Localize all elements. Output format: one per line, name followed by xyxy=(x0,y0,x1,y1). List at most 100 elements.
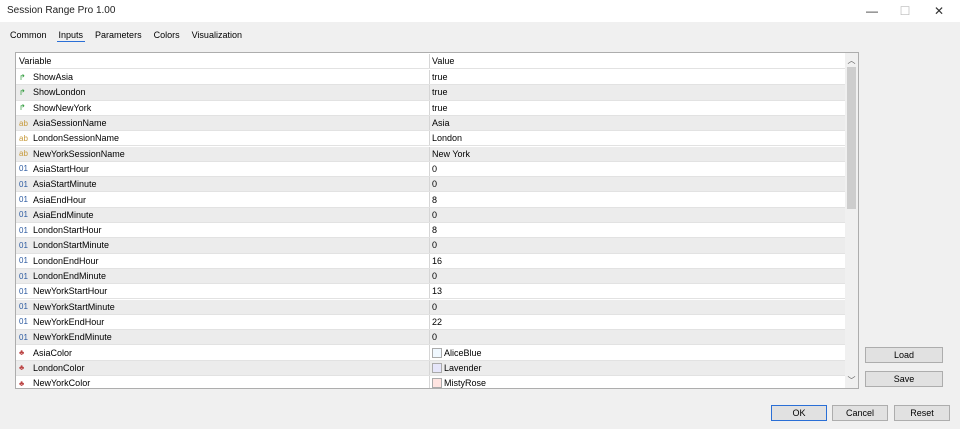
value-cell[interactable]: Lavender xyxy=(430,362,482,373)
value-cell[interactable]: 0 xyxy=(430,240,437,250)
scroll-down-icon[interactable]: ﹀ xyxy=(845,375,858,386)
table-row[interactable]: 01 AsiaStartMinute 0 xyxy=(16,177,846,193)
table-row[interactable]: ♣ AsiaColor AliceBlue xyxy=(16,345,846,361)
int-type-icon: 01 xyxy=(19,332,28,342)
value-cell[interactable]: 22 xyxy=(430,317,442,327)
variable-value[interactable]: true xyxy=(432,103,448,113)
variable-value[interactable]: 0 xyxy=(432,302,437,312)
table-row[interactable]: 01 LondonEndMinute 0 xyxy=(16,268,846,285)
tab-inputs[interactable]: Inputs xyxy=(56,29,86,42)
table-row[interactable]: 01 AsiaStartHour 0 xyxy=(16,161,846,178)
table-row[interactable]: ab LondonSessionName London xyxy=(16,131,846,147)
variable-value[interactable]: 0 xyxy=(432,179,437,189)
variable-value[interactable]: 0 xyxy=(432,164,437,174)
load-button[interactable]: Load xyxy=(865,347,943,363)
value-cell[interactable]: 8 xyxy=(430,225,437,235)
table-row[interactable]: 01 LondonEndHour 16 xyxy=(16,253,846,269)
tab-colors[interactable]: Colors xyxy=(152,29,182,42)
value-cell[interactable]: New York xyxy=(430,149,470,159)
value-cell[interactable]: true xyxy=(430,103,448,113)
value-cell[interactable]: 0 xyxy=(430,271,437,281)
variable-value[interactable]: 8 xyxy=(432,195,437,205)
str-type-icon: ab xyxy=(19,133,28,143)
variable-name: AsiaSessionName xyxy=(33,118,107,129)
int-type-icon: 01 xyxy=(19,164,28,174)
save-button[interactable]: Save xyxy=(865,371,943,387)
value-cell[interactable]: 8 xyxy=(430,195,437,205)
table-row[interactable]: 01 NewYorkEndHour 22 xyxy=(16,314,846,331)
variable-cell: 01 LondonStartMinute xyxy=(16,238,430,253)
table-row[interactable]: 01 LondonStartHour 8 xyxy=(16,223,846,239)
value-cell[interactable]: 0 xyxy=(430,302,437,312)
title-bar: Session Range Pro 1.00 — ☐ ✕ xyxy=(0,0,960,22)
header-variable[interactable]: Variable xyxy=(16,54,430,69)
table-row[interactable]: 01 NewYorkStartHour 13 xyxy=(16,284,846,300)
value-cell[interactable]: AliceBlue xyxy=(430,347,482,358)
table-row[interactable]: ab NewYorkSessionName New York xyxy=(16,146,846,162)
scrollbar-thumb[interactable] xyxy=(847,67,856,209)
variable-cell: ab NewYorkSessionName xyxy=(16,146,430,161)
value-cell[interactable]: 0 xyxy=(430,179,437,189)
variable-value[interactable]: Asia xyxy=(432,118,450,128)
value-cell[interactable]: 0 xyxy=(430,210,437,220)
variable-value[interactable]: AliceBlue xyxy=(444,348,482,358)
table-row[interactable]: 01 AsiaEndMinute 0 xyxy=(16,207,846,223)
close-icon[interactable]: ✕ xyxy=(922,2,956,20)
minimize-icon[interactable]: — xyxy=(855,2,889,20)
variable-value[interactable]: 13 xyxy=(432,286,442,296)
ok-button[interactable]: OK xyxy=(771,405,827,421)
variable-value[interactable]: Lavender xyxy=(444,363,482,373)
int-type-icon: 01 xyxy=(19,240,28,250)
variable-value[interactable]: 16 xyxy=(432,256,442,266)
table-row[interactable]: 01 NewYorkStartMinute 0 xyxy=(16,299,846,315)
variable-value[interactable]: 0 xyxy=(432,210,437,220)
tab-common[interactable]: Common xyxy=(8,29,49,42)
variable-value[interactable]: true xyxy=(432,87,448,97)
variable-value[interactable]: 0 xyxy=(432,240,437,250)
table-row[interactable]: ♣ LondonColor Lavender xyxy=(16,360,846,376)
variable-value[interactable]: 22 xyxy=(432,317,442,327)
cancel-button[interactable]: Cancel xyxy=(832,405,888,421)
value-cell[interactable]: Asia xyxy=(430,118,450,128)
variable-value[interactable]: New York xyxy=(432,149,470,159)
table-row[interactable]: 01 LondonStartMinute 0 xyxy=(16,238,846,254)
table-row[interactable]: ♣ NewYorkColor MistyRose xyxy=(16,376,846,389)
table-row[interactable]: ↱ ShowAsia true xyxy=(16,70,846,86)
int-type-icon: 01 xyxy=(19,256,28,266)
variable-name: NewYorkColor xyxy=(33,378,91,389)
vertical-scrollbar[interactable]: ︿ ﹀ xyxy=(845,53,858,388)
maximize-icon[interactable]: ☐ xyxy=(888,2,922,20)
value-cell[interactable]: 0 xyxy=(430,164,437,174)
scroll-up-icon[interactable]: ︿ xyxy=(845,55,858,66)
variable-value[interactable]: 0 xyxy=(432,271,437,281)
value-cell[interactable]: true xyxy=(430,72,448,82)
variable-value[interactable]: 8 xyxy=(432,225,437,235)
variable-cell: 01 NewYorkEndMinute xyxy=(16,330,430,345)
table-row[interactable]: ↱ ShowLondon true xyxy=(16,85,846,101)
reset-button[interactable]: Reset xyxy=(894,405,950,421)
variable-cell: 01 NewYorkEndHour xyxy=(16,314,430,330)
table-row[interactable]: ab AsiaSessionName Asia xyxy=(16,115,846,132)
variable-value[interactable]: London xyxy=(432,133,462,143)
table-row[interactable]: ↱ ShowNewYork true xyxy=(16,100,846,116)
variable-value[interactable]: MistyRose xyxy=(444,378,486,388)
col-type-icon: ♣ xyxy=(19,348,25,358)
value-cell[interactable]: 0 xyxy=(430,332,437,342)
value-cell[interactable]: 16 xyxy=(430,256,442,266)
value-cell[interactable]: true xyxy=(430,87,448,97)
variable-name: AsiaStartHour xyxy=(33,163,90,174)
value-cell[interactable]: London xyxy=(430,133,462,143)
tab-parameters[interactable]: Parameters xyxy=(93,29,144,42)
variable-value[interactable]: true xyxy=(432,72,448,82)
color-swatch xyxy=(432,347,442,358)
int-type-icon: 01 xyxy=(19,225,28,235)
table-row[interactable]: 01 NewYorkEndMinute 0 xyxy=(16,330,846,346)
header-value[interactable]: Value xyxy=(430,56,454,66)
table-header: Variable Value xyxy=(16,54,846,70)
variable-value[interactable]: 0 xyxy=(432,332,437,342)
value-cell[interactable]: MistyRose xyxy=(430,378,486,388)
tab-visualization[interactable]: Visualization xyxy=(190,29,244,42)
table-row[interactable]: 01 AsiaEndHour 8 xyxy=(16,192,846,208)
tab-bar: Common Inputs Parameters Colors Visualiz… xyxy=(8,29,244,42)
value-cell[interactable]: 13 xyxy=(430,286,442,296)
